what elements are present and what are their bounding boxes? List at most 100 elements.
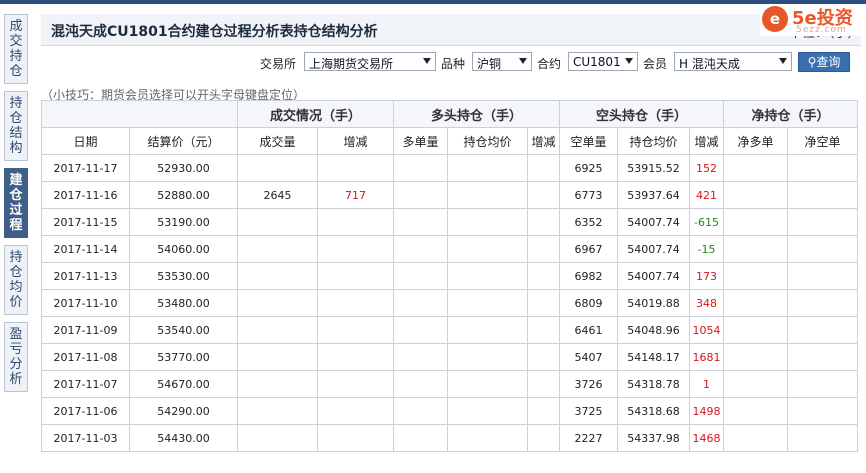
cell-settle-price: 52880.00 xyxy=(129,181,238,209)
cell-volume xyxy=(237,154,318,182)
cell-volume xyxy=(237,289,318,317)
cell-net-short xyxy=(787,397,859,425)
cell-volume-change: 717 xyxy=(316,181,395,209)
cell-long-avg xyxy=(447,316,529,344)
cell-volume-change xyxy=(316,397,395,425)
col-header-short-avg[interactable]: 持仓均价 xyxy=(617,127,691,155)
cell-short-avg: 54007.74 xyxy=(617,235,691,263)
cell-short-change: -15 xyxy=(689,235,725,263)
member-label: 会员 xyxy=(643,57,668,71)
cell-net-short xyxy=(787,235,859,263)
side-tab-label: 持仓均价 xyxy=(9,250,23,310)
group-header-net: 净持仓（手） xyxy=(723,100,859,128)
cell-long-avg xyxy=(447,343,529,371)
cell-short-qty: 6982 xyxy=(559,262,619,290)
logo-mark-icon: e xyxy=(762,6,788,32)
cell-net-short xyxy=(787,289,859,317)
cell-short-qty: 2227 xyxy=(559,424,619,452)
cell-volume xyxy=(237,208,318,236)
cell-long-qty xyxy=(393,370,449,398)
cell-volume-change xyxy=(316,262,395,290)
table-row: 2017-11-09 53540.00 6461 54048.96 1054 xyxy=(41,316,859,344)
cell-short-change: 1681 xyxy=(689,343,725,371)
cell-volume-change xyxy=(316,343,395,371)
cell-date: 2017-11-16 xyxy=(41,181,130,209)
cell-date: 2017-11-15 xyxy=(41,208,130,236)
exchange-select[interactable]: 上海期货交易所 xyxy=(304,52,436,71)
col-header-long-avg[interactable]: 持仓均价 xyxy=(447,127,529,155)
cell-short-change: 1054 xyxy=(689,316,725,344)
side-tab-building-process[interactable]: 建仓过程 xyxy=(4,168,28,238)
cell-long-avg xyxy=(447,262,529,290)
group-header-blank xyxy=(41,100,238,128)
group-header-row: 成交情况（手） 多头持仓（手） 空头持仓（手） 净持仓（手） xyxy=(41,100,859,128)
variety-select[interactable]: 沪铜 xyxy=(472,52,532,71)
cell-long-qty xyxy=(393,424,449,452)
col-header-net-short[interactable]: 净空单 xyxy=(787,127,859,155)
cell-long-change xyxy=(527,289,561,317)
page-title: 混沌天成CU1801合约建仓过程分析表持仓结构分析 xyxy=(51,24,378,40)
cell-net-long xyxy=(723,370,789,398)
cell-short-avg: 54007.74 xyxy=(617,262,691,290)
col-header-volume-change[interactable]: 增减 xyxy=(316,127,395,155)
side-tab-profit-analysis[interactable]: 盈亏分析 xyxy=(4,322,28,392)
cell-long-change xyxy=(527,397,561,425)
col-header-settle-price[interactable]: 结算价（元） xyxy=(129,127,238,155)
table-row: 2017-11-03 54430.00 2227 54337.98 1468 xyxy=(41,424,859,452)
cell-long-avg xyxy=(447,289,529,317)
cell-short-qty: 6809 xyxy=(559,289,619,317)
cell-long-qty xyxy=(393,397,449,425)
brand-logo[interactable]: e 5e投资 5ezz.com xyxy=(760,4,864,36)
cell-volume xyxy=(237,316,318,344)
col-header-short-qty[interactable]: 空单量 xyxy=(559,127,619,155)
cell-long-change xyxy=(527,154,561,182)
cell-net-long xyxy=(723,424,789,452)
cell-net-short xyxy=(787,424,859,452)
cell-date: 2017-11-08 xyxy=(41,343,130,371)
cell-short-avg: 54019.88 xyxy=(617,289,691,317)
cell-volume xyxy=(237,343,318,371)
column-header-row: 日期 结算价（元） 成交量 增减 多单量 持仓均价 增减 空单量 持仓均价 增减… xyxy=(41,127,859,155)
cell-short-qty: 6967 xyxy=(559,235,619,263)
position-table: 成交情况（手） 多头持仓（手） 空头持仓（手） 净持仓（手） 日期 结算价（元）… xyxy=(41,100,859,452)
col-header-net-long[interactable]: 净多单 xyxy=(723,127,789,155)
cell-volume-change xyxy=(316,154,395,182)
side-tab-average-price[interactable]: 持仓均价 xyxy=(4,245,28,315)
col-header-short-change[interactable]: 增减 xyxy=(689,127,725,155)
cell-long-qty xyxy=(393,262,449,290)
contract-value: CU1801 xyxy=(573,55,621,69)
contract-select[interactable]: CU1801 xyxy=(568,52,638,71)
side-tab-trade-position[interactable]: 成交持仓 xyxy=(4,14,28,84)
cell-net-long xyxy=(723,262,789,290)
header-bar: 混沌天成CU1801合约建仓过程分析表持仓结构分析 单位：（手） xyxy=(41,14,861,46)
filter-bar: 交易所 上海期货交易所 品种 沪铜 合约 CU1801 会员 H 混沌天成 ⚲查… xyxy=(41,52,861,72)
cell-volume: 2645 xyxy=(237,181,318,209)
member-value: H 混沌天成 xyxy=(679,57,740,71)
cell-settle-price: 54430.00 xyxy=(129,424,238,452)
col-header-volume[interactable]: 成交量 xyxy=(237,127,318,155)
query-button[interactable]: ⚲查询 xyxy=(798,52,850,72)
cell-net-long xyxy=(723,289,789,317)
col-header-long-change[interactable]: 增减 xyxy=(527,127,561,155)
side-tab-label: 盈亏分析 xyxy=(9,327,23,387)
cell-net-short xyxy=(787,262,859,290)
col-header-long-qty[interactable]: 多单量 xyxy=(393,127,449,155)
cell-settle-price: 54060.00 xyxy=(129,235,238,263)
table-row: 2017-11-08 53770.00 5407 54148.17 1681 xyxy=(41,343,859,371)
cell-settle-price: 54290.00 xyxy=(129,397,238,425)
chevron-down-icon xyxy=(519,58,527,64)
cell-date: 2017-11-14 xyxy=(41,235,130,263)
table-row: 2017-11-15 53190.00 6352 54007.74 -615 xyxy=(41,208,859,236)
cell-short-avg: 54048.96 xyxy=(617,316,691,344)
query-label: 查询 xyxy=(816,55,841,69)
table-row: 2017-11-06 54290.00 3725 54318.68 1498 xyxy=(41,397,859,425)
cell-long-change xyxy=(527,262,561,290)
member-select[interactable]: H 混沌天成 xyxy=(674,52,792,71)
chevron-down-icon xyxy=(779,58,787,64)
col-header-date[interactable]: 日期 xyxy=(41,127,130,155)
cell-long-avg xyxy=(447,208,529,236)
cell-date: 2017-11-07 xyxy=(41,370,130,398)
side-tab-position-structure[interactable]: 持仓结构 xyxy=(4,91,28,161)
cell-short-change: 1 xyxy=(689,370,725,398)
cell-volume-change xyxy=(316,370,395,398)
